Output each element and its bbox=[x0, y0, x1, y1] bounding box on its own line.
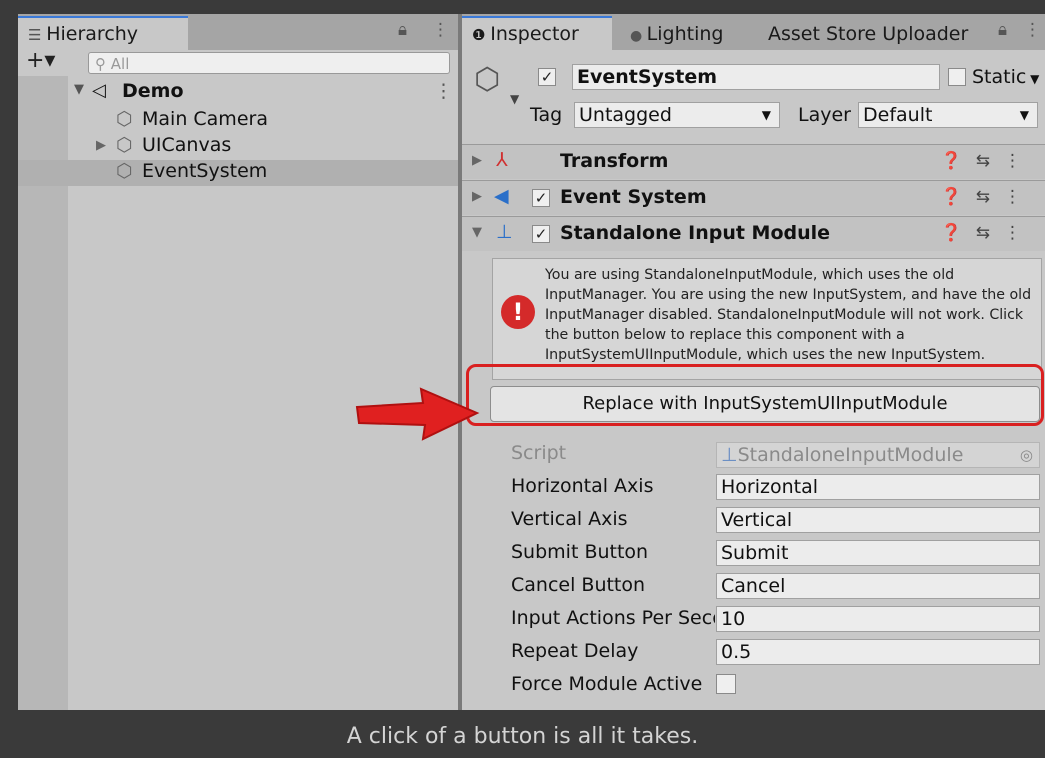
component-actions[interactable]: ❓⇆⋮ bbox=[941, 223, 1035, 243]
kebab-menu-icon[interactable]: ⋮ bbox=[1004, 151, 1035, 171]
layer-dropdown[interactable]: Default ▼ bbox=[858, 102, 1038, 128]
help-icon[interactable]: ❓ bbox=[941, 151, 976, 171]
presets-icon[interactable]: ⇆ bbox=[976, 151, 1004, 171]
hierarchy-tabbar: ☰ Hierarchy 🔒︎ ⋮ bbox=[18, 14, 458, 52]
help-icon[interactable]: ❓ bbox=[941, 223, 976, 243]
inspector-tabbar: ❶ Inspector ● Lighting Asset Store Uploa… bbox=[462, 14, 1045, 52]
lock-icon[interactable]: 🔒︎ bbox=[398, 20, 407, 40]
presets-icon[interactable]: ⇆ bbox=[976, 223, 1004, 243]
add-button[interactable]: +▾ bbox=[26, 48, 55, 73]
icon-dropdown-arrow[interactable]: ▼ bbox=[510, 92, 519, 106]
horizontal-axis-label: Horizontal Axis bbox=[511, 475, 654, 497]
collapse-arrow-icon[interactable]: ▼ bbox=[472, 225, 482, 240]
script-field: ⊥StandaloneInputModule ◎ bbox=[716, 442, 1040, 468]
active-checkbox[interactable]: ✓ bbox=[538, 68, 556, 86]
force-module-active-label: Force Module Active bbox=[511, 673, 703, 695]
chevron-down-icon: ▼ bbox=[1026, 72, 1040, 86]
caption: A click of a button is all it takes. bbox=[346, 724, 699, 749]
search-input[interactable]: ⚲ All bbox=[88, 52, 450, 74]
component-standalone-input-module[interactable]: ▼ ⊥ ✓ Standalone Input Module ❓⇆⋮ bbox=[462, 216, 1045, 251]
cancel-button-field[interactable]: Cancel bbox=[716, 573, 1040, 599]
unity-editor-window: ☰ Hierarchy 🔒︎ ⋮ +▾ ⚲ All ▼ ◁ Demo ⋮ ⬡ M… bbox=[18, 14, 1045, 710]
enable-checkbox[interactable]: ✓ bbox=[532, 225, 550, 243]
force-module-active-checkbox[interactable] bbox=[716, 674, 736, 694]
red-arrow-icon bbox=[355, 387, 480, 441]
component-actions[interactable]: ❓⇆⋮ bbox=[941, 187, 1035, 207]
collapse-arrow-icon[interactable]: ▶ bbox=[96, 138, 106, 153]
lock-icon[interactable]: 🔒︎ bbox=[998, 20, 1007, 40]
tag-label: Tag bbox=[530, 104, 563, 126]
tag-dropdown[interactable]: Untagged ▼ bbox=[574, 102, 780, 128]
cube-icon: ⬡ bbox=[116, 160, 133, 182]
component-event-system[interactable]: ▶ ◀ ✓ Event System ❓⇆⋮ bbox=[462, 180, 1045, 215]
cube-icon: ⬡ bbox=[116, 108, 133, 130]
inspector-panel: ❶ Inspector ● Lighting Asset Store Uploa… bbox=[462, 14, 1045, 710]
hierarchy-item-uicanvas[interactable]: UICanvas bbox=[142, 134, 231, 156]
vertical-axis-label: Vertical Axis bbox=[511, 508, 628, 530]
warning-text: You are using StandaloneInputModule, whi… bbox=[545, 267, 1032, 363]
component-actions[interactable]: ❓⇆⋮ bbox=[941, 151, 1035, 171]
cancel-button-label: Cancel Button bbox=[511, 574, 646, 596]
kebab-menu-icon[interactable]: ⋮ bbox=[432, 20, 449, 40]
expand-arrow-icon[interactable]: ▶ bbox=[472, 153, 482, 168]
script-icon: ⊥ bbox=[721, 444, 738, 466]
object-name-field[interactable]: EventSystem bbox=[572, 64, 940, 90]
cube-icon: ⬡ bbox=[116, 134, 133, 156]
presets-icon[interactable]: ⇆ bbox=[976, 187, 1004, 207]
hierarchy-panel: ☰ Hierarchy 🔒︎ ⋮ +▾ ⚲ All ▼ ◁ Demo ⋮ ⬡ M… bbox=[18, 14, 458, 710]
script-label: Script bbox=[511, 442, 567, 464]
lightbulb-icon: ● bbox=[630, 28, 647, 44]
kebab-menu-icon[interactable]: ⋮ bbox=[1004, 223, 1035, 243]
kebab-menu-icon[interactable]: ⋮ bbox=[1024, 20, 1041, 40]
layer-label: Layer bbox=[798, 104, 851, 126]
list-icon: ☰ bbox=[28, 26, 47, 44]
submit-button-label: Submit Button bbox=[511, 541, 649, 563]
expand-arrow-icon[interactable]: ▼ bbox=[74, 82, 84, 97]
hierarchy-item-eventsystem[interactable]: EventSystem bbox=[142, 160, 267, 182]
gameobject-cube-icon: ⬡ bbox=[474, 62, 501, 97]
search-icon: ⚲ bbox=[95, 55, 111, 73]
scene-menu-icon[interactable]: ⋮ bbox=[434, 80, 453, 102]
transform-icon: ⅄ bbox=[496, 149, 508, 171]
object-picker-icon[interactable]: ◎ bbox=[1020, 443, 1033, 467]
help-icon[interactable]: ❓ bbox=[941, 187, 976, 207]
vertical-axis-field[interactable]: Vertical bbox=[716, 507, 1040, 533]
static-label[interactable]: Static ▼ bbox=[972, 66, 1039, 88]
input-actions-label: Input Actions Per Seco bbox=[511, 607, 715, 629]
repeat-delay-field[interactable]: 0.5 bbox=[716, 639, 1040, 665]
repeat-delay-label: Repeat Delay bbox=[511, 640, 639, 662]
enable-checkbox[interactable]: ✓ bbox=[532, 189, 550, 207]
tab-inspector[interactable]: ❶ Inspector bbox=[462, 16, 612, 52]
kebab-menu-icon[interactable]: ⋮ bbox=[1004, 187, 1035, 207]
input-actions-field[interactable]: 10 bbox=[716, 606, 1040, 632]
scene-name[interactable]: Demo bbox=[122, 80, 184, 102]
input-module-icon: ⊥ bbox=[496, 221, 513, 243]
tab-hierarchy[interactable]: ☰ Hierarchy bbox=[18, 16, 188, 52]
static-checkbox[interactable] bbox=[948, 68, 966, 86]
submit-button-field[interactable]: Submit bbox=[716, 540, 1040, 566]
event-system-icon: ◀ bbox=[494, 185, 509, 207]
tab-asset-store-uploader[interactable]: Asset Store Uploader bbox=[758, 18, 978, 50]
hierarchy-item-main-camera[interactable]: Main Camera bbox=[142, 108, 268, 130]
chevron-down-icon: ▼ bbox=[1019, 108, 1029, 122]
horizontal-axis-field[interactable]: Horizontal bbox=[716, 474, 1040, 500]
unity-scene-icon: ◁ bbox=[92, 80, 106, 101]
component-transform[interactable]: ▶ ⅄ Transform ❓⇆⋮ bbox=[462, 144, 1045, 179]
tab-lighting[interactable]: ● Lighting bbox=[620, 18, 733, 50]
info-icon: ❶ bbox=[472, 26, 491, 44]
error-icon: ! bbox=[501, 295, 535, 329]
replace-button[interactable]: Replace with InputSystemUIInputModule bbox=[490, 386, 1040, 422]
warning-box: ! You are using StandaloneInputModule, w… bbox=[492, 258, 1042, 380]
chevron-down-icon: ▼ bbox=[761, 108, 771, 122]
expand-arrow-icon[interactable]: ▶ bbox=[472, 189, 482, 204]
